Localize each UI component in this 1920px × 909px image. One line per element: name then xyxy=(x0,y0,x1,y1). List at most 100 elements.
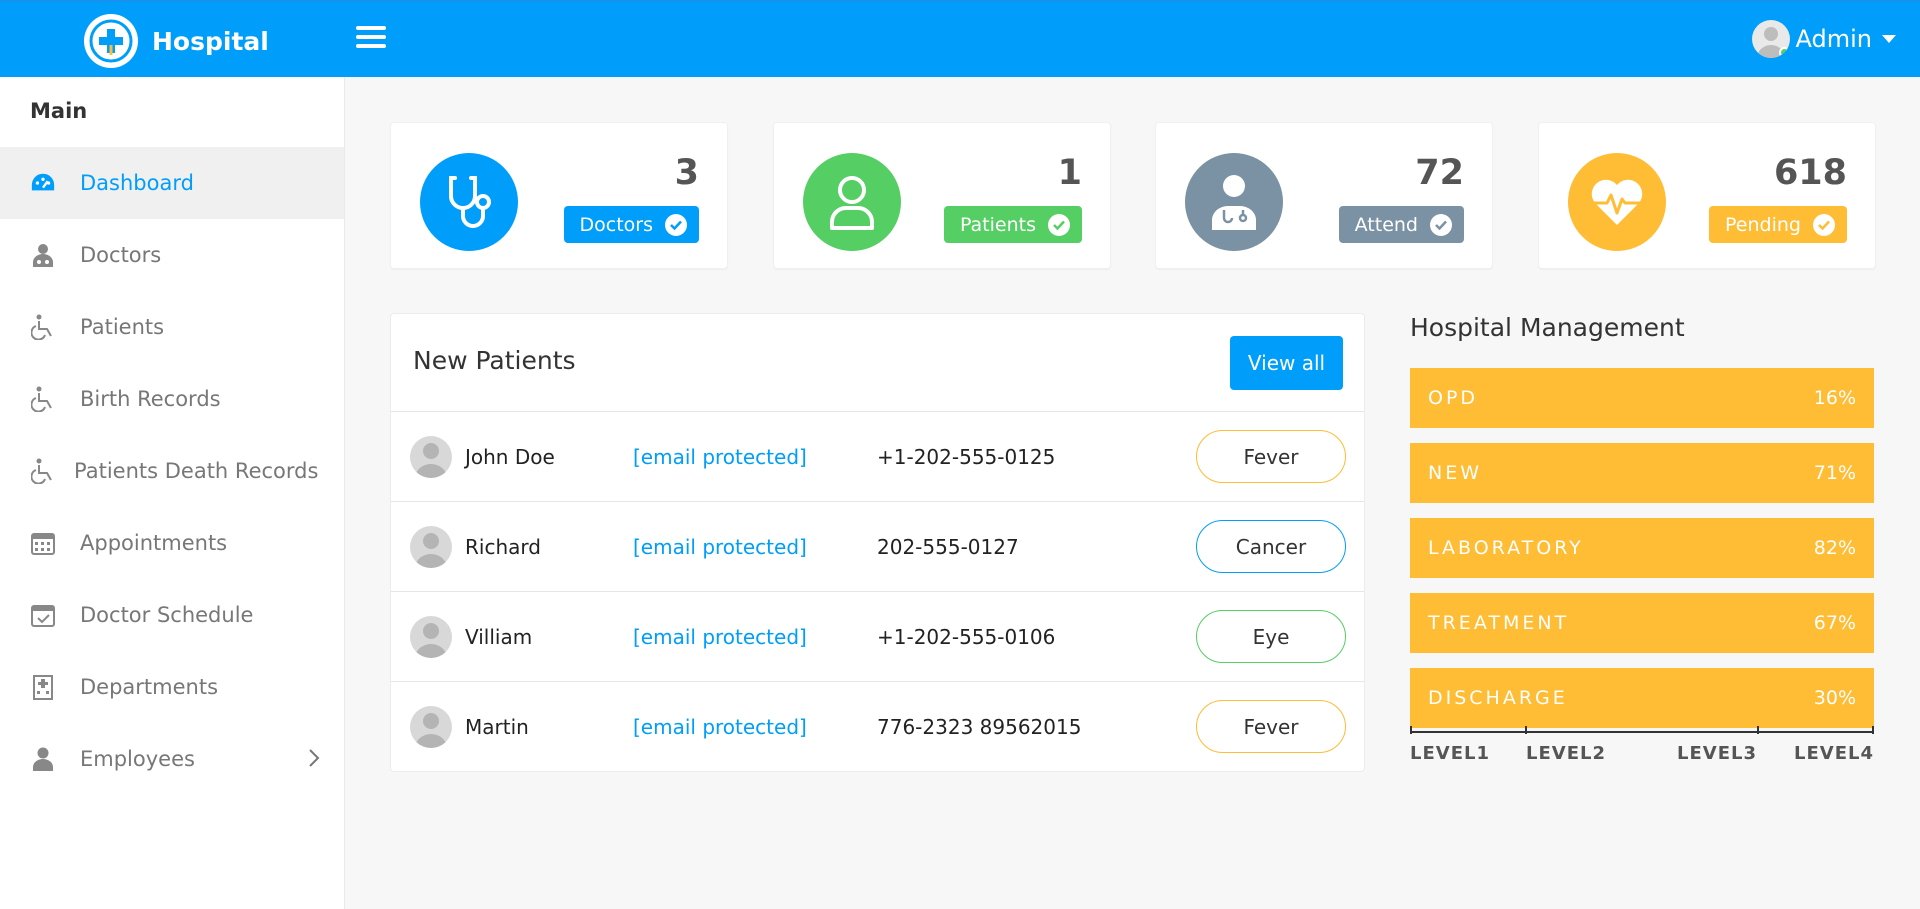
user-icon xyxy=(30,746,56,772)
new-patients-card: New Patients View all John Doe [email pro… xyxy=(390,313,1365,772)
calendar-check-icon xyxy=(30,602,56,628)
sidebar-item-label: Appointments xyxy=(80,531,228,555)
stat-label: Pending xyxy=(1725,213,1801,236)
stat-card-attend: 72 Attend xyxy=(1155,122,1493,269)
user-outline-icon xyxy=(803,153,901,251)
patient-name: Martin xyxy=(465,715,529,739)
condition-tag[interactable]: Fever xyxy=(1196,700,1346,753)
management-bar: LABORATORY 82% xyxy=(1410,518,1874,578)
sidebar-item-patients[interactable]: Patients xyxy=(0,291,344,363)
patient-name: John Doe xyxy=(465,445,555,469)
chevron-right-icon xyxy=(308,748,320,773)
patient-avatar xyxy=(410,436,452,478)
user-name: Admin xyxy=(1795,25,1873,53)
patient-avatar xyxy=(410,526,452,568)
patient-avatar xyxy=(410,616,452,658)
user-md-icon xyxy=(1185,153,1283,251)
stethoscope-icon xyxy=(420,153,518,251)
avatar-placeholder-icon xyxy=(415,623,447,658)
check-circle-icon xyxy=(1430,213,1452,236)
check-circle-icon xyxy=(1813,213,1835,236)
new-patients-list: John Doe [email protected] +1-202-555-0125… xyxy=(391,412,1364,772)
patient-email[interactable]: [email protected] xyxy=(633,535,807,559)
avatar-placeholder-icon xyxy=(415,443,447,478)
patient-name: Richard xyxy=(465,535,541,559)
level-axis-line xyxy=(1410,731,1874,733)
stat-card-doctors: 3 Doctors xyxy=(390,122,728,269)
patient-email[interactable]: [email protected] xyxy=(633,715,807,739)
patient-phone: +1-202-555-0106 xyxy=(877,625,1056,649)
sidebar-item-label: Patients Death Records xyxy=(74,459,319,483)
stat-value: 3 xyxy=(674,153,699,193)
sidebar-item-label: Departments xyxy=(80,675,219,699)
axis-tick xyxy=(1757,726,1759,734)
stat-badge: Patients xyxy=(943,206,1082,243)
management-bar: TREATMENT 67% xyxy=(1410,593,1874,653)
top-header: Hospital Admin xyxy=(0,0,1920,77)
heartbeat-icon xyxy=(1568,153,1666,251)
calendar-icon xyxy=(30,530,56,556)
sidebar-item-doctors[interactable]: Doctors xyxy=(0,219,344,291)
new-patients-header: New Patients View all xyxy=(391,314,1364,412)
bar-percent: 30% xyxy=(1813,687,1856,709)
logo[interactable]: Hospital xyxy=(84,14,269,68)
sidebar: Main Dashboard Doctors Patients Birth Re… xyxy=(0,77,345,909)
user-menu[interactable]: Admin xyxy=(1751,20,1896,58)
avatar-placeholder-icon xyxy=(415,533,447,568)
patient-row: Villiam [email protected] +1-202-555-0106 E… xyxy=(391,592,1364,682)
wheelchair-icon xyxy=(30,458,56,484)
patient-email[interactable]: [email protected] xyxy=(633,625,807,649)
stat-label: Attend xyxy=(1354,213,1418,236)
new-patients-title: New Patients xyxy=(413,346,576,375)
view-all-button[interactable]: View all xyxy=(1230,336,1343,390)
stat-label: Patients xyxy=(959,213,1036,236)
menu-toggle-button[interactable] xyxy=(356,26,386,52)
stat-badge: Pending xyxy=(1709,206,1847,243)
condition-tag[interactable]: Eye xyxy=(1196,610,1346,663)
dashboard-icon xyxy=(30,170,56,196)
sidebar-item-dashboard[interactable]: Dashboard xyxy=(0,147,344,219)
sidebar-item-death-records[interactable]: Patients Death Records xyxy=(0,435,344,507)
bar-label: DISCHARGE xyxy=(1428,687,1568,709)
patient-phone: 202-555-0127 xyxy=(877,535,1019,559)
axis-label: LEVEL2 xyxy=(1526,743,1606,764)
bar-label: OPD xyxy=(1428,387,1479,409)
axis-tick xyxy=(1872,726,1874,734)
sidebar-item-employees[interactable]: Employees xyxy=(0,723,344,795)
condition-tag[interactable]: Fever xyxy=(1196,430,1346,483)
wheelchair-icon xyxy=(30,314,56,340)
stat-badge: Attend xyxy=(1338,206,1464,243)
stat-label: Doctors xyxy=(579,213,654,236)
sidebar-section-title: Main xyxy=(30,99,88,123)
sidebar-item-appointments[interactable]: Appointments xyxy=(0,507,344,579)
axis-label: LEVEL4 xyxy=(1794,743,1874,764)
axis-label: LEVEL3 xyxy=(1677,743,1757,764)
chevron-down-icon xyxy=(1882,35,1896,43)
online-status-dot xyxy=(1778,47,1790,58)
management-bar: OPD 16% xyxy=(1410,368,1874,428)
patient-row: John Doe [email protected] +1-202-555-0125… xyxy=(391,412,1364,502)
condition-tag[interactable]: Cancer xyxy=(1196,520,1346,573)
sidebar-item-doctor-schedule[interactable]: Doctor Schedule xyxy=(0,579,344,651)
bar-label: LABORATORY xyxy=(1428,537,1584,559)
bar-percent: 67% xyxy=(1813,612,1856,634)
check-circle-icon xyxy=(1048,213,1070,236)
stat-card-patients: 1 Patients xyxy=(773,122,1111,269)
patient-phone: 776-2323 89562015 xyxy=(877,715,1082,739)
doctor-icon xyxy=(30,242,56,268)
sidebar-item-birth-records[interactable]: Birth Records xyxy=(0,363,344,435)
axis-tick xyxy=(1410,726,1412,734)
user-avatar xyxy=(1751,20,1790,58)
stat-value: 618 xyxy=(1773,153,1847,193)
patient-row: Martin [email protected] 776-2323 89562015… xyxy=(391,682,1364,772)
hamburger-line xyxy=(356,35,386,39)
sidebar-item-label: Doctor Schedule xyxy=(80,603,254,627)
hospital-management-title: Hospital Management xyxy=(1410,313,1685,342)
patient-phone: +1-202-555-0125 xyxy=(877,445,1056,469)
sidebar-item-departments[interactable]: Departments xyxy=(0,651,344,723)
bar-percent: 82% xyxy=(1813,537,1856,559)
patient-email[interactable]: [email protected] xyxy=(633,445,807,469)
bar-percent: 16% xyxy=(1813,387,1856,409)
patient-avatar xyxy=(410,706,452,748)
hamburger-line xyxy=(356,26,386,30)
